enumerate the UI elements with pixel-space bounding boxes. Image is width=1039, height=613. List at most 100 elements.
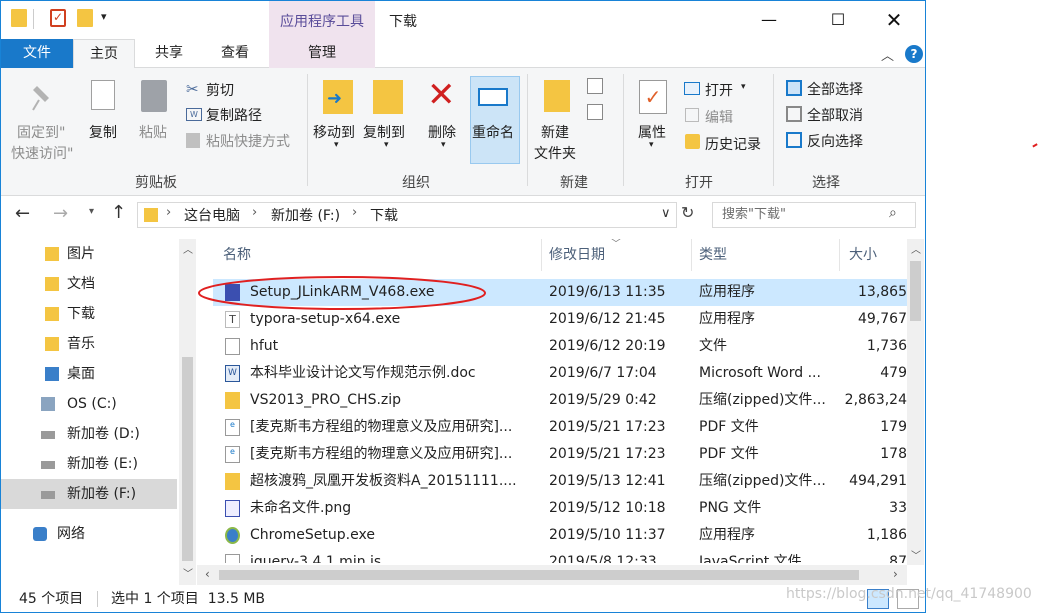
delete-button[interactable]: 删除: [428, 122, 456, 142]
table-row[interactable]: e [麦克斯韦方程组的物理意义及应用研究]... 2019/5/21 17:23…: [213, 441, 907, 468]
nav-item-os-c[interactable]: OS (C:): [1, 389, 177, 419]
scroll-right-icon[interactable]: ›: [893, 567, 898, 581]
edit-button[interactable]: 编辑: [705, 107, 733, 127]
scrollbar-thumb[interactable]: [182, 357, 193, 561]
file-list-vertical-scrollbar[interactable]: ︿ ﹀: [907, 239, 924, 565]
column-header-date[interactable]: 修改日期: [549, 239, 605, 271]
new-folder-button-line2[interactable]: 文件夹: [534, 143, 576, 163]
open-button[interactable]: 打开: [705, 80, 733, 100]
file-list-horizontal-scrollbar[interactable]: ‹ ›: [197, 565, 907, 585]
file-date: 2019/5/21 17:23: [549, 419, 666, 435]
properties-button[interactable]: 属性: [638, 122, 666, 142]
nav-item-label: 文档: [67, 276, 95, 292]
address-dropdown-chevron-icon[interactable]: ∨: [661, 206, 671, 221]
scroll-down-icon[interactable]: ﹀: [911, 547, 921, 562]
nav-item-pictures[interactable]: 图片: [1, 239, 177, 269]
column-divider[interactable]: [691, 239, 692, 271]
open-icon: [684, 82, 700, 95]
file-size: 178: [880, 446, 907, 462]
tab-file[interactable]: 文件: [1, 39, 73, 68]
pictures-folder-icon: [45, 247, 59, 261]
help-icon[interactable]: ?: [905, 45, 923, 63]
chevron-right-icon[interactable]: ›: [352, 205, 357, 220]
minimize-button[interactable]: —: [746, 1, 792, 39]
history-button[interactable]: 历史记录: [705, 134, 761, 154]
navigation-pane: 图片 文档 下载 音乐 桌面 OS (C:) 新加卷 (D:) 新加卷 (E:)…: [1, 239, 197, 585]
pin-to-quick-access-label-2[interactable]: 快速访问": [11, 143, 73, 163]
table-row[interactable]: e [麦克斯韦方程组的物理意义及应用研究]... 2019/5/21 17:23…: [213, 414, 907, 441]
nav-item-music[interactable]: 音乐: [1, 329, 177, 359]
back-arrow-icon[interactable]: ←: [15, 203, 30, 224]
forward-arrow-icon[interactable]: →: [53, 203, 68, 224]
tab-share[interactable]: 共享: [141, 39, 197, 68]
table-row[interactable]: W 本科毕业设计论文写作规范示例.doc 2019/6/7 17:04 Micr…: [213, 360, 907, 387]
recent-locations-chevron-icon[interactable]: ▾: [89, 206, 94, 217]
customize-qat-chevron-icon[interactable]: ▾: [101, 10, 107, 23]
pin-to-quick-access-label[interactable]: 固定到": [17, 122, 65, 142]
column-header-name[interactable]: 名称: [223, 239, 251, 271]
table-row[interactable]: hfut 2019/6/12 20:19 文件 1,736: [213, 333, 907, 360]
nav-item-drive-e[interactable]: 新加卷 (E:): [1, 449, 177, 479]
chevron-right-icon[interactable]: ›: [166, 205, 171, 220]
select-group-label: 选择: [812, 175, 840, 191]
column-header-size[interactable]: 大小: [849, 239, 877, 271]
new-folder-button[interactable]: 新建: [541, 122, 569, 142]
scrollbar-thumb[interactable]: [910, 261, 921, 321]
scrollbar-thumb[interactable]: [219, 570, 859, 580]
table-row[interactable]: 未命名文件.png 2019/5/12 10:18 PNG 文件 33: [213, 495, 907, 522]
table-row[interactable]: VS2013_PRO_CHS.zip 2019/5/29 0:42 压缩(zip…: [213, 387, 907, 414]
address-bar[interactable]: › 这台电脑 › 新加卷 (F:) › 下载 ∨: [137, 202, 677, 228]
search-input[interactable]: 搜索"下载": [712, 202, 916, 228]
nav-item-drive-d[interactable]: 新加卷 (D:): [1, 419, 177, 449]
invert-selection-button[interactable]: 反向选择: [807, 131, 863, 151]
copy-button[interactable]: 复制: [89, 122, 117, 142]
scroll-down-icon[interactable]: ﹀: [183, 565, 193, 580]
tab-manage[interactable]: 管理: [269, 39, 375, 68]
tab-view[interactable]: 查看: [205, 39, 265, 68]
collapse-ribbon-icon[interactable]: ︿: [881, 45, 894, 64]
breadcrumb-downloads[interactable]: 下载: [370, 205, 398, 225]
nav-item-documents[interactable]: 文档: [1, 269, 177, 299]
paste-shortcut-button[interactable]: 粘贴快捷方式: [206, 131, 290, 151]
select-all-button[interactable]: 全部选择: [807, 79, 863, 99]
file-size: 87: [889, 554, 907, 563]
column-header-type[interactable]: 类型: [699, 239, 727, 271]
refresh-icon[interactable]: ↻: [681, 203, 694, 222]
properties-quick-icon[interactable]: ✓: [50, 9, 66, 27]
new-item-icon[interactable]: [587, 78, 603, 94]
nav-item-desktop[interactable]: 桌面: [1, 359, 177, 389]
scroll-up-icon[interactable]: ︿: [911, 241, 921, 256]
table-row[interactable]: jquery-3.4.1.min.js 2019/5/8 12:33 JavaS…: [213, 549, 907, 563]
breadcrumb-drive-f[interactable]: 新加卷 (F:): [271, 205, 340, 225]
copy-to-button[interactable]: 复制到: [363, 122, 405, 142]
rename-button[interactable]: 重命名: [472, 122, 514, 142]
paste-button[interactable]: 粘贴: [139, 122, 167, 142]
search-icon[interactable]: ⌕: [889, 205, 897, 221]
new-folder-quick-icon[interactable]: [77, 9, 93, 27]
table-row[interactable]: ChromeSetup.exe 2019/5/10 11:37 应用程序 1,1…: [213, 522, 907, 549]
nav-scrollbar[interactable]: ︿ ﹀: [179, 239, 196, 585]
up-arrow-icon[interactable]: ↑: [111, 202, 126, 223]
select-none-button[interactable]: 全部取消: [807, 105, 863, 125]
maximize-button[interactable]: ☐: [815, 1, 861, 39]
nav-item-downloads[interactable]: 下载: [1, 299, 177, 329]
table-row[interactable]: 超核渡鸦_凤凰开发板资料A_20151111.... 2019/5/13 12:…: [213, 468, 907, 495]
move-to-button[interactable]: 移动到: [313, 122, 355, 142]
chrome-setup-icon: [225, 527, 240, 544]
easy-access-icon[interactable]: [587, 104, 603, 120]
column-divider[interactable]: [839, 239, 840, 271]
breadcrumb-this-pc[interactable]: 这台电脑: [184, 205, 240, 225]
cut-button[interactable]: 剪切: [206, 80, 234, 100]
nav-item-drive-f[interactable]: 新加卷 (F:): [1, 479, 177, 509]
close-button[interactable]: ✕: [871, 1, 917, 39]
nav-item-network[interactable]: 网络: [1, 519, 177, 549]
scroll-left-icon[interactable]: ‹: [205, 567, 210, 581]
chevron-right-icon[interactable]: ›: [252, 205, 257, 220]
file-size: 2,863,24: [844, 392, 907, 408]
column-divider[interactable]: [541, 239, 542, 271]
scroll-up-icon[interactable]: ︿: [183, 241, 193, 256]
divider: [33, 9, 34, 29]
file-size: 1,186: [866, 527, 907, 543]
tab-home[interactable]: 主页: [73, 39, 135, 69]
copy-path-button[interactable]: 复制路径: [206, 105, 262, 125]
